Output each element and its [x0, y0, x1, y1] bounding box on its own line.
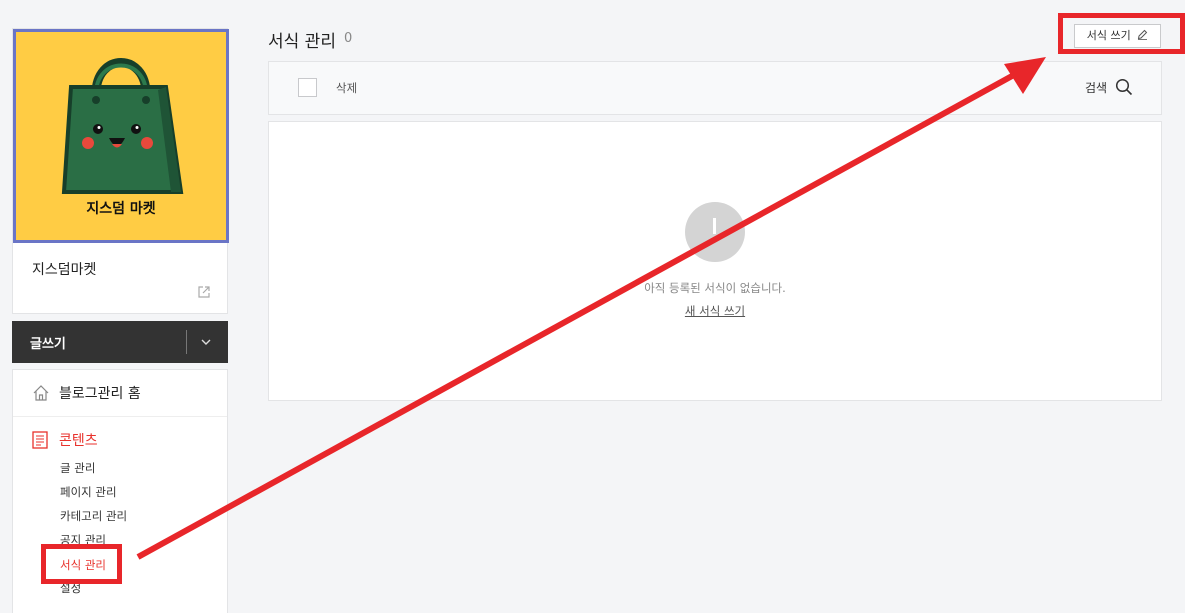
- list-toolbar: 삭제 검색: [268, 61, 1162, 115]
- write-button-divider: [186, 330, 187, 354]
- menu-item-blog-home-label: 블로그관리 홈: [59, 386, 141, 402]
- logo-text: 지스덤 마켓: [86, 201, 156, 217]
- menu-section-content-label: 콘텐츠: [59, 433, 98, 449]
- blog-logo-image[interactable]: 지스덤 마켓: [13, 29, 229, 243]
- page-title: 서식 관리: [268, 32, 336, 52]
- write-post-label: 글쓰기: [30, 337, 66, 352]
- exclamation-icon: [685, 202, 745, 262]
- empty-message: 아직 등록된 서식이 없습니다.: [644, 281, 786, 295]
- menu-item-posts[interactable]: 글 관리: [60, 460, 95, 476]
- select-all-checkbox[interactable]: [298, 78, 317, 97]
- home-icon: [33, 385, 49, 401]
- blog-name[interactable]: 지스덤마켓: [32, 259, 96, 279]
- write-post-button[interactable]: 글쓰기: [12, 321, 228, 363]
- document-icon: [32, 431, 48, 449]
- delete-button[interactable]: 삭제: [336, 80, 357, 96]
- menu-item-blog-home[interactable]: 블로그관리 홈: [13, 370, 227, 417]
- menu-section-content[interactable]: 콘텐츠: [13, 428, 227, 454]
- menu-item-pages[interactable]: 페이지 관리: [60, 484, 117, 500]
- annotation-highlight-box: [1058, 13, 1185, 54]
- chevron-down-icon[interactable]: [199, 335, 213, 349]
- menu-item-categories[interactable]: 카테고리 관리: [60, 508, 127, 524]
- annotation-highlight-box: [41, 544, 122, 584]
- template-count: 0: [344, 31, 353, 46]
- search-label[interactable]: 검색: [1085, 79, 1107, 96]
- external-link-icon[interactable]: [197, 285, 211, 299]
- template-list-empty: 아직 등록된 서식이 없습니다. 새 서식 쓰기: [268, 121, 1162, 401]
- blog-profile-card: 지스덤 마켓 지스덤마켓: [12, 28, 229, 314]
- new-template-link[interactable]: 새 서식 쓰기: [269, 303, 1161, 319]
- search-icon[interactable]: [1115, 78, 1133, 96]
